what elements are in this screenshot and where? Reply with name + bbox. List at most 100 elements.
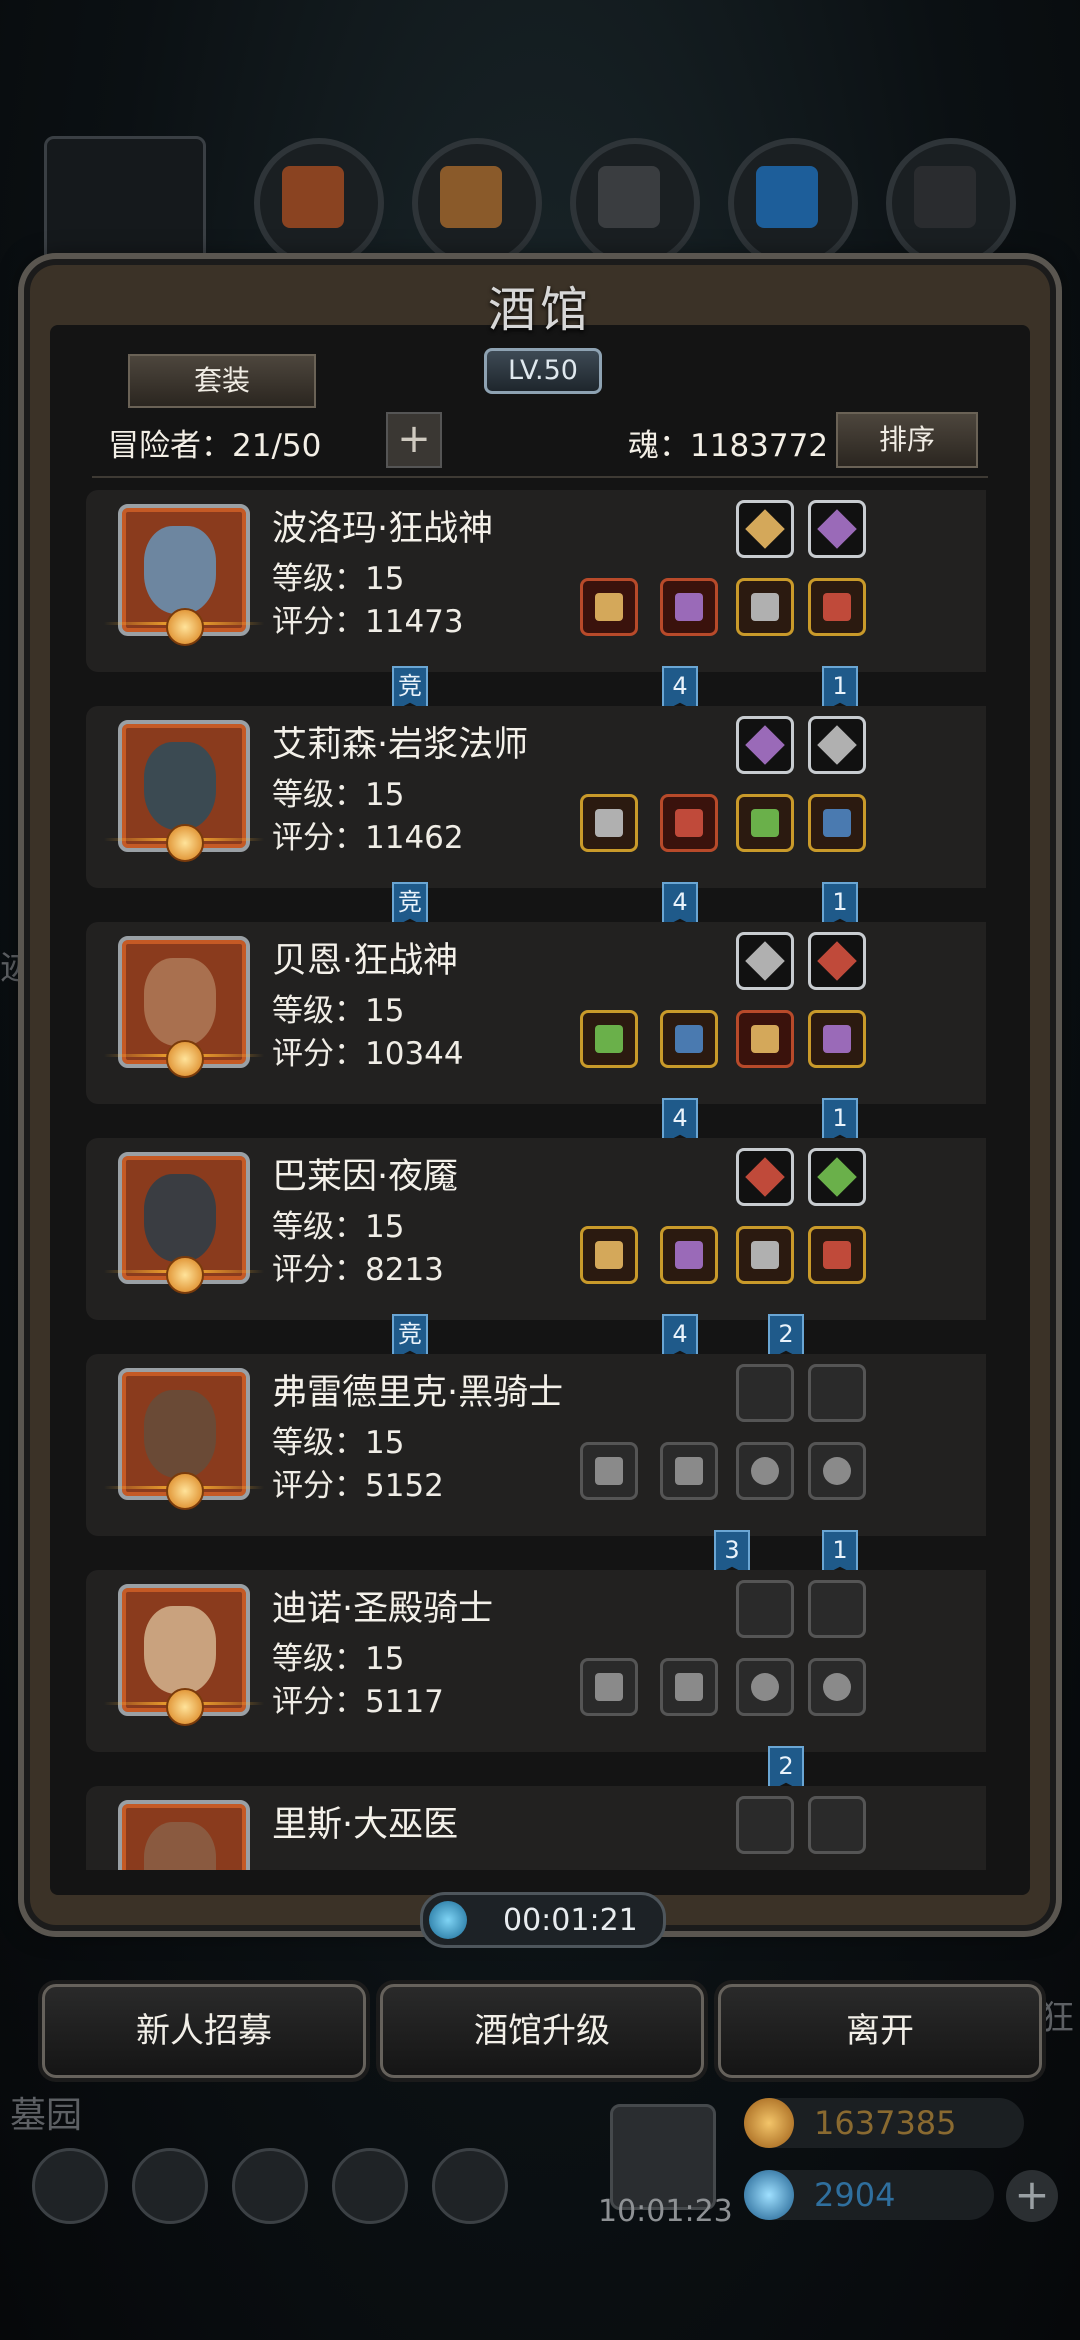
hero-face xyxy=(144,1606,216,1694)
equipment-icon xyxy=(675,1673,703,1701)
crystal-resource[interactable] xyxy=(728,138,858,268)
hero-card[interactable]: 波洛玛·狂战神 等级：15 评分：11473 xyxy=(86,490,986,672)
equipment-slot[interactable] xyxy=(736,1010,794,1068)
hero-card[interactable]: 贝恩·狂战神 等级：15 评分：10344 xyxy=(86,922,986,1104)
empty-accessory-slot[interactable] xyxy=(808,1796,866,1854)
equipment-slot[interactable] xyxy=(808,794,866,852)
equipment-icon xyxy=(823,1241,851,1269)
hero-score: 评分：11473 xyxy=(272,604,464,640)
hero-card[interactable]: 迪诺·圣殿骑士 等级：15 评分：5117 xyxy=(86,1570,986,1752)
equipment-slot[interactable] xyxy=(580,1226,638,1284)
equipment-slot[interactable] xyxy=(580,1010,638,1068)
hero-card[interactable]: 弗雷德里克·黑骑士 等级：15 评分：5152 xyxy=(86,1354,986,1536)
equipment-slot[interactable] xyxy=(580,794,638,852)
equipment-slot[interactable] xyxy=(660,1226,718,1284)
accessory-slot[interactable] xyxy=(808,1148,866,1206)
empty-accessory-slot[interactable] xyxy=(736,1364,794,1422)
empty-accessory-slot[interactable] xyxy=(808,1580,866,1638)
hero-card[interactable]: 里斯·大巫医 xyxy=(86,1786,986,1870)
equipment-icon xyxy=(751,593,779,621)
equipment-icon xyxy=(595,1673,623,1701)
empty-equipment-slot[interactable] xyxy=(580,1442,638,1500)
meat-resource[interactable] xyxy=(254,138,384,268)
gem-icon xyxy=(744,2170,794,2220)
suit-button[interactable]: 套装 xyxy=(128,354,316,408)
equipment-icon xyxy=(823,593,851,621)
empty-equipment-slot[interactable] xyxy=(660,1658,718,1716)
empty-equipment-slot[interactable] xyxy=(808,1442,866,1500)
equipment-slot[interactable] xyxy=(660,578,718,636)
empty-equipment-slot[interactable] xyxy=(580,1658,638,1716)
equipment-icon xyxy=(751,1673,779,1701)
equipment-slot[interactable] xyxy=(660,794,718,852)
empty-accessory-slot[interactable] xyxy=(736,1580,794,1638)
iron-resource[interactable] xyxy=(886,138,1016,268)
equipment-slot[interactable] xyxy=(660,1010,718,1068)
hero-menu-icon[interactable] xyxy=(132,2148,208,2224)
equipment-icon xyxy=(675,1457,703,1485)
castle-menu-icon[interactable] xyxy=(232,2148,308,2224)
empty-equipment-slot[interactable] xyxy=(660,1442,718,1500)
equipment-slot[interactable] xyxy=(736,578,794,636)
settings-icon[interactable] xyxy=(32,2148,108,2224)
sort-button[interactable]: 排序 xyxy=(836,412,978,468)
rank-medal xyxy=(104,608,264,646)
equipment-slot[interactable] xyxy=(736,1226,794,1284)
equipment-slot[interactable] xyxy=(808,578,866,636)
empty-accessory-slot[interactable] xyxy=(808,1364,866,1422)
hero-card[interactable]: 艾莉森·岩浆法师 等级：15 评分：11462 xyxy=(86,706,986,888)
timer: 00:01:21 xyxy=(420,1892,666,1948)
stone-resource[interactable] xyxy=(570,138,700,268)
hero-face xyxy=(144,742,216,830)
divider xyxy=(92,476,988,478)
hero-face xyxy=(144,526,216,614)
equipment-slot[interactable] xyxy=(808,1010,866,1068)
meat-icon xyxy=(282,166,344,228)
item-icon xyxy=(745,1157,785,1197)
tavern-upgrade-button[interactable]: 酒馆升级 xyxy=(380,1984,704,2078)
equipment-slot[interactable] xyxy=(580,578,638,636)
gift-timer: 10:01:23 xyxy=(598,2194,733,2229)
recruit-button[interactable]: 新人招募 xyxy=(42,1984,366,2078)
add-adventurer-slot-button[interactable]: + xyxy=(386,412,442,468)
equipment-slot[interactable] xyxy=(808,1226,866,1284)
equipment-icon xyxy=(823,809,851,837)
hero-card[interactable]: 巴莱因·夜魇 等级：15 评分：8213 xyxy=(86,1138,986,1320)
hero-score: 评分：11462 xyxy=(272,820,464,856)
map-label-right: 狂 xyxy=(1040,1998,1074,2038)
accessory-slot[interactable] xyxy=(736,1148,794,1206)
hero-level: 等级：15 xyxy=(272,561,405,597)
accessory-slot[interactable] xyxy=(808,716,866,774)
accessory-slot[interactable] xyxy=(736,932,794,990)
equipment-icon xyxy=(595,1025,623,1053)
empty-accessory-slot[interactable] xyxy=(736,1796,794,1854)
hero-score: 评分：8213 xyxy=(272,1252,444,1288)
wood-resource[interactable] xyxy=(412,138,542,268)
accessory-slot[interactable] xyxy=(808,932,866,990)
mail-icon[interactable] xyxy=(332,2148,408,2224)
accessory-slot[interactable] xyxy=(808,500,866,558)
hero-score: 评分：5117 xyxy=(272,1684,444,1720)
leave-button[interactable]: 离开 xyxy=(718,1984,1042,2078)
map-icon[interactable] xyxy=(432,2148,508,2224)
map-label-left: 迹 xyxy=(0,948,34,988)
graveyard-label: 墓园 xyxy=(10,2095,83,2136)
equipment-icon xyxy=(675,1025,703,1053)
equipment-slot[interactable] xyxy=(736,794,794,852)
hero-portrait[interactable] xyxy=(118,1800,250,1870)
crystal-icon xyxy=(756,166,818,228)
add-currency-button[interactable]: + xyxy=(1006,2170,1058,2222)
empty-equipment-slot[interactable] xyxy=(808,1658,866,1716)
equipment-icon xyxy=(675,1241,703,1269)
accessory-slot[interactable] xyxy=(736,500,794,558)
clock-icon xyxy=(429,1901,467,1939)
hero-name: 贝恩·狂战神 xyxy=(272,941,459,981)
equipment-icon xyxy=(675,593,703,621)
hero-list[interactable]: 波洛玛·狂战神 等级：15 评分：11473 竞 4 1 艾莉森·岩浆法师 等级：15 评分：1… xyxy=(86,490,996,1870)
empty-equipment-slot[interactable] xyxy=(736,1658,794,1716)
rank-medal xyxy=(104,1040,264,1078)
item-icon xyxy=(817,1157,857,1197)
hero-face xyxy=(144,1174,216,1262)
accessory-slot[interactable] xyxy=(736,716,794,774)
empty-equipment-slot[interactable] xyxy=(736,1442,794,1500)
